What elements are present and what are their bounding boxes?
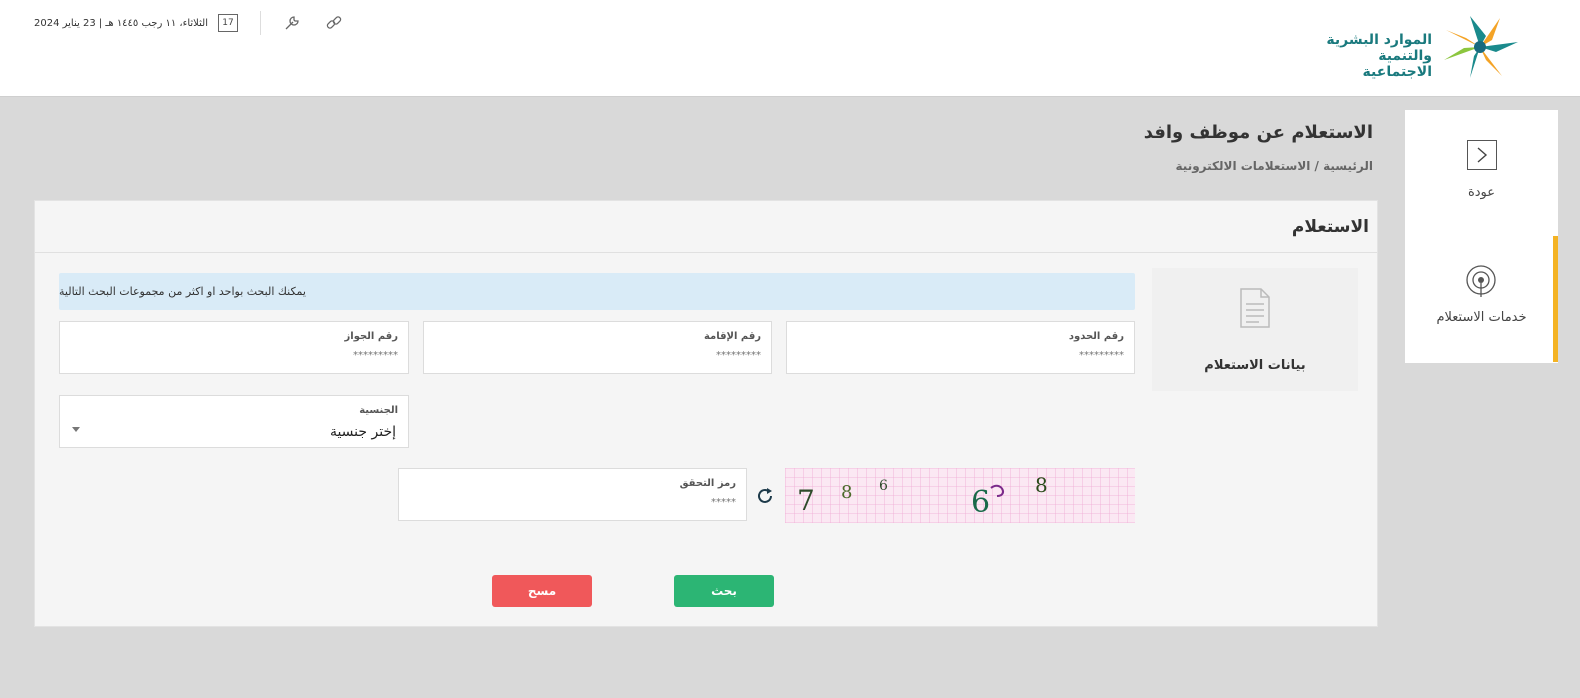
- border-number-field[interactable]: رقم الحدود: [786, 321, 1135, 374]
- date-text: الثلاثاء، ١١ رجب ١٤٤٥ هـ | 23 يناير 2024: [34, 17, 208, 29]
- search-button[interactable]: بحث: [674, 575, 774, 607]
- wrench-icon[interactable]: [283, 14, 301, 32]
- inquiry-panel: الاستعلام بيانات الاستعلام يمكنك البحث ب…: [34, 200, 1378, 627]
- data-card-label: بيانات الاستعلام: [1204, 358, 1306, 373]
- iqama-number-field[interactable]: رقم الإقامة: [423, 321, 772, 374]
- active-indicator: [1553, 236, 1558, 362]
- page-title: الاستعلام عن موظف وافد: [1143, 122, 1373, 143]
- passport-number-field[interactable]: رقم الجواز: [59, 321, 409, 374]
- top-header: الموارد البشرية والتنمية الاجتماعية الثل…: [0, 0, 1580, 97]
- iqama-number-label: رقم الإقامة: [703, 331, 761, 342]
- captcha-digit: 6: [971, 485, 990, 520]
- panel-title: الاستعلام: [1291, 216, 1369, 237]
- sidebar-item-inquiry-services[interactable]: خدمات الاستعلام: [1405, 310, 1558, 325]
- date-toolbar: الثلاثاء، ١١ رجب ١٤٤٥ هـ | 23 يناير 2024…: [34, 10, 343, 36]
- border-number-input[interactable]: [797, 350, 1124, 361]
- passport-number-input[interactable]: [70, 350, 398, 361]
- captcha-digit: 8: [841, 482, 852, 503]
- nationality-value: إختر جنسية: [329, 424, 396, 440]
- side-nav: عودة خدمات الاستعلام: [1405, 110, 1558, 363]
- captcha-code-field[interactable]: رمز التحقق: [398, 468, 747, 521]
- breadcrumb[interactable]: الرئيسية / الاستعلامات الالكترونية: [1176, 159, 1373, 173]
- passport-number-label: رقم الجواز: [344, 331, 398, 342]
- calendar-icon[interactable]: 17: [217, 14, 238, 32]
- ministry-logo[interactable]: الموارد البشرية والتنمية الاجتماعية: [1320, 14, 1520, 80]
- chevron-down-icon: [72, 427, 80, 432]
- panel-header: الاستعلام: [35, 201, 1377, 253]
- captcha-image: 7 8 6 6 8: [785, 468, 1135, 523]
- captcha-digit: 6: [879, 478, 888, 494]
- divider: [259, 11, 261, 35]
- captcha-digit: 7: [797, 484, 815, 517]
- iqama-number-input[interactable]: [434, 350, 761, 361]
- refresh-icon[interactable]: [755, 486, 775, 506]
- logo-mark-icon: [1444, 16, 1518, 78]
- clear-button[interactable]: مسح: [492, 575, 592, 607]
- border-number-label: رقم الحدود: [1068, 331, 1124, 342]
- captcha-digit: 8: [1035, 473, 1048, 497]
- info-alert: يمكنك البحث بواحد او اكثر من مجموعات الب…: [59, 273, 1135, 310]
- broadcast-icon: [1466, 265, 1496, 297]
- captcha-code-input[interactable]: [409, 497, 736, 508]
- logo-text: الموارد البشرية والتنمية الاجتماعية: [1326, 32, 1432, 80]
- link-icon[interactable]: [325, 14, 343, 32]
- sidebar-item-back[interactable]: عودة: [1405, 185, 1558, 200]
- document-icon: [1240, 288, 1270, 328]
- back-button[interactable]: [1467, 140, 1497, 170]
- nationality-select[interactable]: الجنسية إختر جنسية: [59, 395, 409, 448]
- inquiry-data-card: بيانات الاستعلام: [1152, 268, 1358, 391]
- nationality-label: الجنسية: [359, 405, 398, 416]
- chevron-right-icon: [1477, 147, 1488, 163]
- captcha-code-label: رمز التحقق: [679, 478, 736, 489]
